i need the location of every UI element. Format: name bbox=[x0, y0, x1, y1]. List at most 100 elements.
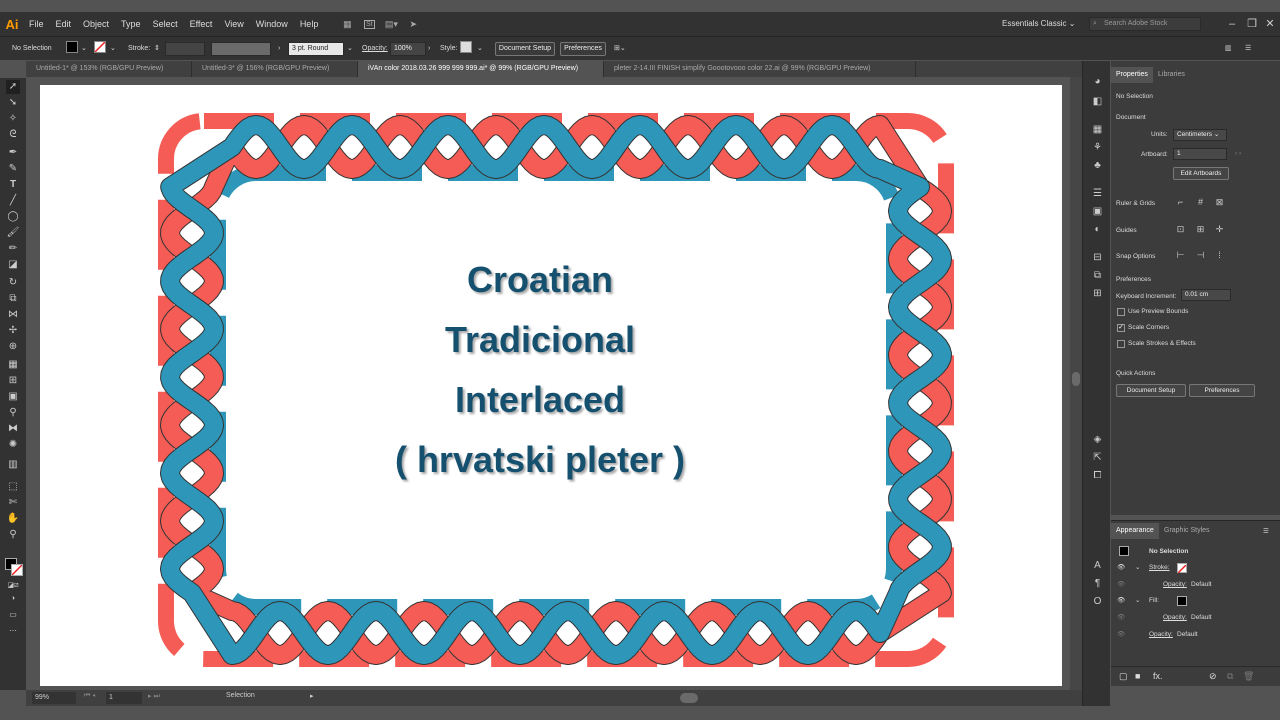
transparency-icon[interactable]: ◐ bbox=[1091, 223, 1104, 236]
menu-type[interactable]: Type bbox=[115, 12, 147, 36]
vertical-scroll-thumb[interactable] bbox=[1072, 372, 1080, 386]
color-panel-icon[interactable]: ◕ bbox=[1091, 75, 1104, 88]
horizontal-scroll-thumb[interactable] bbox=[680, 693, 698, 703]
fill-dropdown-icon[interactable]: ⌄ bbox=[81, 42, 87, 56]
snap-point-icon[interactable]: ⊢ bbox=[1175, 250, 1186, 261]
direct-selection-tool-icon[interactable]: ➘ bbox=[6, 96, 20, 110]
scale-tool-icon[interactable]: ⧉ bbox=[6, 292, 20, 306]
arrange-docs-icon[interactable]: ▤▾ bbox=[382, 15, 400, 33]
zoom-tool-icon[interactable]: ⚲ bbox=[6, 528, 20, 542]
character-icon[interactable]: A bbox=[1091, 559, 1104, 572]
perspective-grid-tool-icon[interactable]: ▦ bbox=[6, 358, 20, 372]
disclosure-triangle-icon[interactable]: ⌄ bbox=[1135, 593, 1140, 609]
paintbrush-tool-icon[interactable]: 🖌 bbox=[6, 226, 20, 240]
artboard-nav-icon[interactable]: ‹ › bbox=[1235, 150, 1241, 157]
stroke-weight-stepper-icon[interactable]: ⇕ bbox=[154, 42, 160, 56]
arrange-icon[interactable]: ⊞⌄ bbox=[614, 42, 626, 56]
variable-width-profile[interactable] bbox=[211, 42, 271, 56]
brush-dropdown-icon[interactable]: ⌄ bbox=[347, 42, 353, 56]
puppet-warp-tool-icon[interactable]: ✢ bbox=[6, 324, 20, 338]
fx-label[interactable]: fx. bbox=[1153, 671, 1163, 681]
color-guide-icon[interactable]: ◧ bbox=[1091, 95, 1104, 108]
lock-guides-icon[interactable]: ⊞ bbox=[1195, 224, 1206, 235]
visibility-eye-icon[interactable]: 👁 bbox=[1117, 610, 1125, 626]
delete-item-icon[interactable]: 🗑 bbox=[1243, 671, 1254, 682]
menu-window[interactable]: Window bbox=[250, 12, 294, 36]
stroke-row-swatch[interactable] bbox=[1177, 563, 1187, 574]
artboard-tool-icon[interactable]: ⬚ bbox=[6, 480, 20, 494]
type-tool-icon[interactable]: T bbox=[6, 178, 20, 192]
show-guides-icon[interactable]: ⊡ bbox=[1175, 224, 1186, 235]
default-colors-icon[interactable]: ◪⧄ bbox=[6, 579, 20, 593]
menu-file[interactable]: File bbox=[23, 12, 50, 36]
snap-pixel-icon[interactable]: ⁞ bbox=[1214, 250, 1225, 261]
stroke-opacity-row[interactable]: 👁 Opacity: Default bbox=[1111, 577, 1271, 593]
fill-row[interactable]: 👁 ⌄ Fill: bbox=[1111, 593, 1271, 609]
vertical-scrollbar[interactable] bbox=[1070, 77, 1082, 690]
hand-tool-icon[interactable]: ✋ bbox=[6, 512, 20, 526]
duplicate-item-icon[interactable]: ⧉ bbox=[1227, 671, 1233, 682]
lasso-tool-icon[interactable]: ᘓ bbox=[6, 128, 20, 142]
tab-ivan-color[interactable]: iVAn color 2018.03.26 999 999 999.ai* @ … bbox=[358, 61, 604, 77]
status-menu-arrow-icon[interactable]: ▸ bbox=[310, 692, 314, 700]
canvas-area[interactable]: Croatian Tradicional Interlaced ( hrvats… bbox=[26, 77, 1070, 690]
screen-mode-icon[interactable]: ▭ bbox=[6, 608, 20, 622]
qa-document-setup-button[interactable]: Document Setup bbox=[1116, 384, 1186, 397]
brush-left-arrow-icon[interactable]: › bbox=[278, 42, 280, 56]
line-tool-icon[interactable]: ╱ bbox=[6, 194, 20, 208]
use-preview-bounds-checkbox[interactable] bbox=[1117, 308, 1125, 316]
stock-icon[interactable]: St bbox=[360, 15, 378, 33]
menu-object[interactable]: Object bbox=[77, 12, 115, 36]
bridge-icon[interactable]: ▦ bbox=[338, 15, 356, 33]
close-button[interactable]: ✕ bbox=[1263, 17, 1277, 31]
restore-button[interactable]: ❐ bbox=[1245, 17, 1259, 31]
disclosure-triangle-icon[interactable]: ⌄ bbox=[1135, 560, 1140, 576]
scale-strokes-checkbox[interactable] bbox=[1117, 340, 1125, 348]
grid-icon[interactable]: # bbox=[1195, 197, 1206, 208]
stroke-weight-field[interactable] bbox=[165, 42, 205, 56]
tab-untitled-3[interactable]: Untitled-3* @ 156% (RGB/GPU Preview) bbox=[192, 61, 358, 77]
tab-appearance[interactable]: Appearance bbox=[1111, 523, 1159, 539]
artboard-number-field[interactable]: 1 bbox=[106, 692, 142, 704]
graph-tool-icon[interactable]: ▥ bbox=[6, 458, 20, 472]
visibility-eye-icon[interactable]: 👁 bbox=[1117, 627, 1125, 643]
tab-pleter[interactable]: pleter 2-14.III FINISH simplify Goootovo… bbox=[604, 61, 916, 77]
zoom-level-field[interactable]: 99% bbox=[32, 692, 76, 704]
visibility-eye-icon[interactable]: 👁 bbox=[1117, 560, 1125, 576]
edit-toolbar-icon[interactable]: ⋯ bbox=[6, 624, 20, 638]
align-icon[interactable]: ⊟ bbox=[1091, 251, 1104, 264]
slice-tool-icon[interactable]: ✄ bbox=[6, 496, 20, 510]
selection-tool-icon[interactable]: ➚ bbox=[6, 80, 20, 94]
object-opacity-row[interactable]: 👁 Opacity: Default bbox=[1111, 627, 1271, 643]
ellipse-tool-icon[interactable]: ◯ bbox=[6, 210, 20, 224]
symbol-sprayer-tool-icon[interactable]: ✺ bbox=[6, 438, 20, 452]
tab-untitled-1[interactable]: Untitled-1* @ 153% (RGB/GPU Preview) bbox=[26, 61, 192, 77]
transparency-grid-icon[interactable]: ⊠ bbox=[1214, 197, 1225, 208]
preferences-button[interactable]: Preferences bbox=[560, 42, 606, 56]
mesh-tool-icon[interactable]: ⊞ bbox=[6, 374, 20, 388]
stroke-panel-icon[interactable]: ☰ bbox=[1091, 187, 1104, 200]
style-swatch[interactable] bbox=[460, 41, 472, 53]
tab-libraries[interactable]: Libraries bbox=[1153, 67, 1190, 83]
paragraph-icon[interactable]: ¶ bbox=[1091, 577, 1104, 590]
stroke-color-icon[interactable] bbox=[11, 564, 23, 576]
panel-menu-icon[interactable]: ☰ bbox=[1245, 42, 1251, 56]
workspace-switcher[interactable]: Essentials Classic ⌄ bbox=[1002, 17, 1076, 31]
opentype-icon[interactable]: O bbox=[1091, 595, 1104, 608]
smart-guides-icon[interactable]: ✛ bbox=[1214, 224, 1225, 235]
eraser-tool-icon[interactable]: ◪ bbox=[6, 258, 20, 272]
eyedropper-tool-icon[interactable]: ⚲ bbox=[6, 406, 20, 420]
pen-tool-icon[interactable]: ✒ bbox=[6, 146, 20, 160]
stroke-row[interactable]: 👁 ⌄ Stroke: bbox=[1111, 560, 1271, 576]
gradient-panel-icon[interactable]: ▣ bbox=[1091, 205, 1104, 218]
magic-wand-tool-icon[interactable]: ✧ bbox=[6, 112, 20, 126]
menu-view[interactable]: View bbox=[218, 12, 249, 36]
menu-edit[interactable]: Edit bbox=[50, 12, 78, 36]
rotate-tool-icon[interactable]: ↻ bbox=[6, 276, 20, 290]
minimize-button[interactable]: – bbox=[1225, 17, 1239, 31]
menu-effect[interactable]: Effect bbox=[184, 12, 219, 36]
keyboard-increment-field[interactable]: 0.01 cm bbox=[1181, 289, 1231, 301]
fill-row-swatch[interactable] bbox=[1177, 596, 1187, 606]
brush-definition[interactable]: 3 pt. Round bbox=[288, 42, 344, 56]
tab-graphic-styles[interactable]: Graphic Styles bbox=[1159, 523, 1215, 539]
